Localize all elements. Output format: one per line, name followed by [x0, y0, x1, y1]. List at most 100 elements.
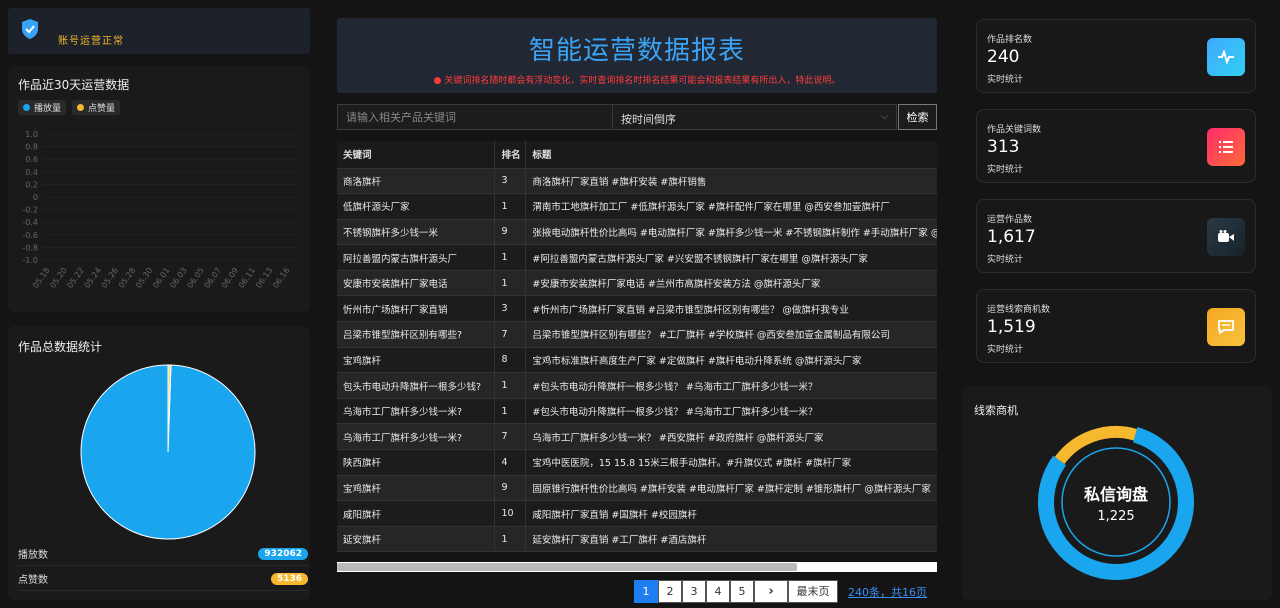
- x-tick-label: 06.03: [168, 266, 189, 290]
- donut-center-label: 私信询盘: [1084, 485, 1148, 504]
- table-row[interactable]: 吕梁市锥型旗杆区别有哪些? 7 吕梁市锥型旗杆区别有哪些？ #工厂旗杆 #学校旗杆 …: [337, 321, 937, 348]
- cell-title: 渭南市工地旗杆加工厂 #低旗杆源头厂家 #旗杆配件厂家在哪里 @西安叁加壹旗杆厂: [525, 193, 937, 220]
- cell-title: #包头市电动升降旗杆一根多少钱？ #乌海市工厂旗杆多少钱一米？: [525, 372, 937, 399]
- keyword-table: 关键词 排名 标题 商洛旗杆 3 商洛旗杆厂家直销 #旗杆安装 #旗杆销售 低旗杆源头…: [337, 141, 937, 553]
- x-tick-label: 05.18: [31, 266, 52, 290]
- x-tick-label: 06.11: [237, 266, 258, 290]
- cell-rank: 1: [494, 398, 527, 425]
- column-header-rank: 排名: [494, 141, 527, 169]
- cell-rank: 10: [494, 500, 527, 527]
- x-tick-label: 06.01: [151, 266, 172, 290]
- sort-select[interactable]: 按时间倒序 ⌵: [613, 104, 897, 130]
- trend-title: 作品近30天运营数据: [18, 78, 130, 92]
- page-button-1[interactable]: 1: [634, 580, 658, 603]
- cell-title: 吕梁市锥型旗杆区别有哪些？ #工厂旗杆 #学校旗杆 @西安叁加壹金属制品有限公司: [525, 321, 937, 348]
- table-row[interactable]: 商洛旗杆 3 商洛旗杆厂家直销 #旗杆安装 #旗杆销售: [337, 168, 937, 195]
- keyword-search-input[interactable]: [337, 104, 613, 130]
- table-row[interactable]: 乌海市工厂旗杆多少钱一米? 1 #包头市电动升降旗杆一根多少钱？ #乌海市工厂旗杆多…: [337, 398, 937, 425]
- list-icon: [1207, 128, 1245, 166]
- y-tick-label: 0.8: [25, 143, 38, 152]
- cell-rank: 1: [494, 244, 527, 271]
- leads-title: 线索商机: [974, 404, 1018, 417]
- cell-title: 乌海市工厂旗杆多少钱一米？ #西安旗杆 #政府旗杆 @旗杆源头厂家: [525, 423, 937, 451]
- legend-dot-plays: [23, 104, 30, 111]
- y-tick-label: -0.6: [22, 231, 38, 240]
- x-tick-label: 05.24: [83, 266, 104, 290]
- page-button-3[interactable]: 3: [682, 580, 706, 603]
- video-camera-icon: [1207, 218, 1245, 256]
- x-tick-label: 06.05: [185, 266, 206, 290]
- total-stats-panel: 作品总数据统计 播放数 932062 点赞数 5136: [8, 326, 310, 600]
- table-row[interactable]: 不锈钢旗杆多少钱一米 9 张掖电动旗杆性价比高吗 #电动旗杆厂家 #旗杆多少钱一米 …: [337, 219, 937, 246]
- table-row[interactable]: 宝鸡旗杆 8 宝鸡市标准旗杆高度生产厂家 #定做旗杆 #旗杆电动升降系统 @旗杆源头…: [337, 347, 937, 374]
- stat-row-plays: 播放数 932062: [18, 542, 308, 566]
- page-button-4[interactable]: 4: [706, 580, 730, 603]
- kpi-card-works: 运营作品数 1,617 实时统计: [976, 199, 1256, 273]
- y-tick-label: 0.2: [25, 180, 38, 189]
- cell-title: 宝鸡中医医院，15 15.8 15米三根手动旗杆。#升旗仪式 #旗杆 #旗杆厂家: [525, 449, 937, 476]
- shield-check-icon: [22, 19, 38, 39]
- table-row[interactable]: 包头市电动升降旗杆一根多少钱? 1 #包头市电动升降旗杆一根多少钱？ #乌海市工厂旗…: [337, 372, 937, 399]
- kpi-subtext: 实时统计: [987, 75, 1024, 85]
- kpi-value: 1,519: [987, 317, 1036, 337]
- cell-title: #包头市电动升降旗杆一根多少钱？ #乌海市工厂旗杆多少钱一米？: [525, 398, 937, 425]
- kpi-subtext: 实时统计: [987, 345, 1024, 355]
- table-row[interactable]: 阿拉善盟内蒙古旗杆源头厂 1 #阿拉善盟内蒙古旗杆源头厂家 #兴安盟不锈钢旗杆厂家在…: [337, 244, 937, 271]
- kpi-card-keywords: 作品关键词数 313 实时统计: [976, 109, 1256, 183]
- table-row[interactable]: 低旗杆源头厂家 1 渭南市工地旗杆加工厂 #低旗杆源头厂家 #旗杆配件厂家在哪里 @…: [337, 193, 937, 220]
- cell-keyword: 不锈钢旗杆多少钱一米: [337, 219, 496, 246]
- legend-item-plays[interactable]: 播放量: [18, 100, 67, 115]
- next-page-button[interactable]: ›: [754, 580, 788, 603]
- stat-label-likes: 点赞数: [18, 575, 48, 586]
- cell-rank: 1: [494, 193, 527, 220]
- table-header-row: 关键词 排名 标题: [337, 141, 937, 169]
- report-header: 智能运营数据报表 ● 关键词排名随时都会有浮动变化，实时查询排名时排名结果可能会…: [337, 18, 937, 93]
- cell-keyword: 乌海市工厂旗杆多少钱一米?: [337, 423, 496, 451]
- x-tick-label: 05.30: [134, 266, 155, 290]
- page-title: 智能运营数据报表: [528, 36, 745, 66]
- page-button-5[interactable]: 5: [730, 580, 754, 603]
- table-row[interactable]: 咸阳旗杆 10 咸阳旗杆厂家直销 #国旗杆 #校园旗杆: [337, 500, 937, 527]
- x-tick-label: 06.09: [220, 266, 241, 290]
- cell-keyword: 阿拉善盟内蒙古旗杆源头厂: [337, 244, 496, 271]
- last-page-button[interactable]: 最末页: [788, 580, 838, 603]
- legend-label-likes: 点赞量: [88, 104, 116, 114]
- cell-title: 固原锥行旗杆性价比高吗 #旗杆安装 #电动旗杆厂家 #旗杆定制 #锥形旗杆厂 @…: [525, 475, 937, 502]
- donut-slice-other[interactable]: [1054, 426, 1137, 465]
- column-header-title: 标题: [525, 141, 937, 169]
- kpi-card-leads: 运营线索商机数 1,519 实时统计: [976, 289, 1256, 363]
- kpi-label: 运营作品数: [987, 215, 1033, 225]
- cell-rank: 9: [494, 475, 527, 502]
- cell-rank: 3: [494, 295, 527, 323]
- cell-title: #阿拉善盟内蒙古旗杆源头厂家 #兴安盟不锈钢旗杆厂家在哪里 @旗杆源头厂家: [525, 244, 937, 271]
- cell-rank: 3: [494, 168, 527, 195]
- scrollbar-thumb[interactable]: [337, 563, 797, 571]
- table-row[interactable]: 宝鸡旗杆 9 固原锥行旗杆性价比高吗 #旗杆安装 #电动旗杆厂家 #旗杆定制 #锥形…: [337, 475, 937, 502]
- stat-value-likes: 5136: [270, 572, 308, 585]
- trend-panel: 作品近30天运营数据 播放量 点赞量 1.0 0.8 0.6 0.4 0.2 0 -0.2 -…: [8, 66, 310, 312]
- cell-rank: 1: [494, 526, 527, 553]
- cell-rank: 7: [494, 423, 527, 451]
- table-body: 商洛旗杆 3 商洛旗杆厂家直销 #旗杆安装 #旗杆销售 低旗杆源头厂家 1 渭南市工地旗杆…: [337, 168, 937, 553]
- cell-keyword: 陕西旗杆: [337, 449, 496, 476]
- table-row[interactable]: 乌海市工厂旗杆多少钱一米? 7 乌海市工厂旗杆多少钱一米？ #西安旗杆 #政府旗杆 …: [337, 423, 937, 451]
- table-row[interactable]: 陕西旗杆 4 宝鸡中医医院，15 15.8 15米三根手动旗杆。#升旗仪式 #旗杆 …: [337, 449, 937, 476]
- table-row[interactable]: 忻州市广场旗杆厂家直销 3 #忻州市广场旗杆厂家直销 #吕梁市锥型旗杆区别有哪些？ …: [337, 295, 937, 323]
- legend-item-likes[interactable]: 点赞量: [72, 100, 121, 115]
- table-horizontal-scrollbar[interactable]: [337, 562, 937, 572]
- cell-title: 延安旗杆厂家直销 #工厂旗杆 #酒店旗杆: [525, 526, 937, 553]
- stat-value-plays: 932062: [258, 547, 308, 560]
- cell-keyword: 咸阳旗杆: [337, 500, 496, 527]
- table-row[interactable]: 延安旗杆 1 延安旗杆厂家直销 #工厂旗杆 #酒店旗杆: [337, 526, 937, 553]
- pagination-info[interactable]: 240条，共16页: [848, 584, 927, 600]
- cell-keyword: 乌海市工厂旗杆多少钱一米?: [337, 398, 496, 425]
- x-tick-label: 05.22: [65, 266, 86, 290]
- cell-title: 宝鸡市标准旗杆高度生产厂家 #定做旗杆 #旗杆电动升降系统 @旗杆源头厂家: [525, 347, 937, 374]
- cell-rank: 8: [494, 347, 527, 374]
- page-button-2[interactable]: 2: [658, 580, 682, 603]
- trend-chart: 1.0 0.8 0.6 0.4 0.2 0 -0.2 -0.4 -0.6 -0.8 -1.005.1…: [22, 130, 298, 290]
- search-button[interactable]: 检索: [898, 104, 937, 130]
- cell-title: 商洛旗杆厂家直销 #旗杆安装 #旗杆销售: [525, 168, 937, 195]
- sort-select-value: 按时间倒序: [621, 113, 676, 126]
- table-row[interactable]: 安康市安装旗杆厂家电话 1 #安康市安装旗杆厂家电话 #兰州市高旗杆安装方法 @旗杆…: [337, 270, 937, 297]
